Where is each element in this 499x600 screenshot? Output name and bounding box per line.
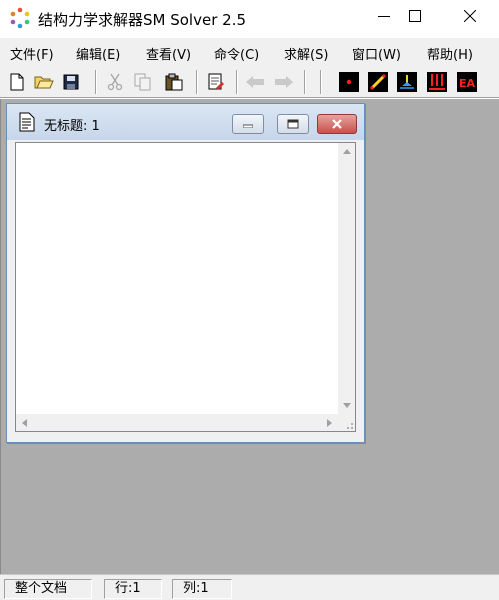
back-button[interactable] (244, 71, 266, 93)
app-logo-icon (10, 7, 30, 29)
maximize-button[interactable] (392, 0, 438, 32)
arrow-up-icon (342, 149, 351, 154)
menu-bar: 文件(F) 编辑(E) 查看(V) 命令(C) 求解(S) 窗口(W) 帮助(H… (0, 38, 499, 66)
menu-file[interactable]: 文件(F) (10, 44, 54, 63)
menu-edit[interactable]: 编辑(E) (76, 44, 120, 63)
menu-solve[interactable]: 求解(S) (284, 44, 328, 63)
menu-help[interactable]: 帮助(H) (427, 44, 473, 63)
document-minimize-button[interactable] (232, 114, 264, 134)
cut-button[interactable] (104, 71, 126, 93)
cut-icon (107, 73, 123, 91)
support-icon (397, 72, 417, 92)
vertical-scrollbar[interactable] (338, 143, 355, 414)
restore-icon (287, 119, 299, 129)
horizontal-scrollbar[interactable] (16, 414, 338, 431)
element-icon (368, 72, 388, 92)
scroll-right-button[interactable] (321, 414, 338, 431)
open-folder-icon (34, 76, 54, 89)
toolbar-separator (320, 70, 322, 94)
status-bar: 整个文档 行:1 列:1 (0, 574, 499, 600)
svg-text:EA: EA (459, 77, 476, 90)
title-bar[interactable]: 结构力学求解器SM Solver 2.5 (0, 0, 499, 36)
document-title: 无标题: 1 (44, 119, 100, 134)
toolbar-separator (95, 70, 97, 94)
ea-button[interactable]: EA (456, 71, 478, 93)
mdi-workspace: 无标题: 1 (0, 99, 499, 574)
status-line: 行:1 (104, 579, 162, 599)
copy-button[interactable] (132, 71, 154, 93)
load-icon (427, 72, 447, 92)
size-grip[interactable] (338, 414, 355, 431)
menu-command[interactable]: 命令(C) (214, 44, 259, 63)
minimize-icon (243, 124, 253, 128)
support-button[interactable] (396, 71, 418, 93)
document-restore-button[interactable] (277, 114, 309, 134)
paste-icon (165, 73, 183, 91)
document-window[interactable]: 无标题: 1 (6, 103, 365, 443)
forward-button[interactable] (273, 71, 295, 93)
menu-window[interactable]: 窗口(W) (352, 44, 401, 63)
toolbar: EA (0, 66, 499, 98)
node-icon (339, 72, 359, 92)
close-icon (464, 10, 476, 22)
arrow-right-icon (327, 418, 332, 427)
close-button[interactable] (447, 0, 493, 32)
load-button[interactable] (426, 71, 448, 93)
toolbar-separator (196, 70, 198, 94)
arrow-left-icon (22, 418, 27, 427)
resize-grip-icon (347, 423, 353, 429)
new-file-button[interactable] (6, 71, 28, 93)
text-editor[interactable] (17, 144, 338, 412)
arrow-left-icon (246, 76, 264, 88)
toolbar-separator (236, 70, 238, 94)
arrow-right-icon (275, 76, 293, 88)
close-icon (332, 119, 342, 129)
save-icon (63, 74, 79, 90)
app-title: 结构力学求解器SM Solver 2.5 (38, 11, 246, 29)
maximize-icon (409, 10, 421, 22)
menu-view[interactable]: 查看(V) (146, 44, 191, 63)
toolbar-separator (304, 70, 306, 94)
document-icon (19, 112, 35, 132)
new-file-icon (10, 73, 24, 91)
minimize-icon (378, 16, 390, 17)
node-button[interactable] (338, 71, 360, 93)
ea-icon: EA (457, 72, 477, 92)
open-button[interactable] (33, 71, 55, 93)
status-mode: 整个文档 (4, 579, 92, 599)
edit-document-button[interactable] (205, 71, 227, 93)
edit-doc-icon (208, 73, 224, 90)
app-window: 结构力学求解器SM Solver 2.5 文件(F) 编辑(E) 查看(V) 命… (0, 0, 499, 600)
scroll-left-button[interactable] (16, 414, 33, 431)
scroll-up-button[interactable] (338, 143, 355, 160)
element-button[interactable] (367, 71, 389, 93)
document-client-area (15, 142, 356, 432)
paste-button[interactable] (163, 71, 185, 93)
arrow-down-icon (342, 403, 351, 408)
document-title-bar[interactable]: 无标题: 1 (7, 104, 364, 140)
scroll-down-button[interactable] (338, 397, 355, 414)
save-button[interactable] (60, 71, 82, 93)
status-column: 列:1 (172, 579, 232, 599)
document-close-button[interactable] (317, 114, 357, 134)
copy-icon (134, 73, 151, 91)
